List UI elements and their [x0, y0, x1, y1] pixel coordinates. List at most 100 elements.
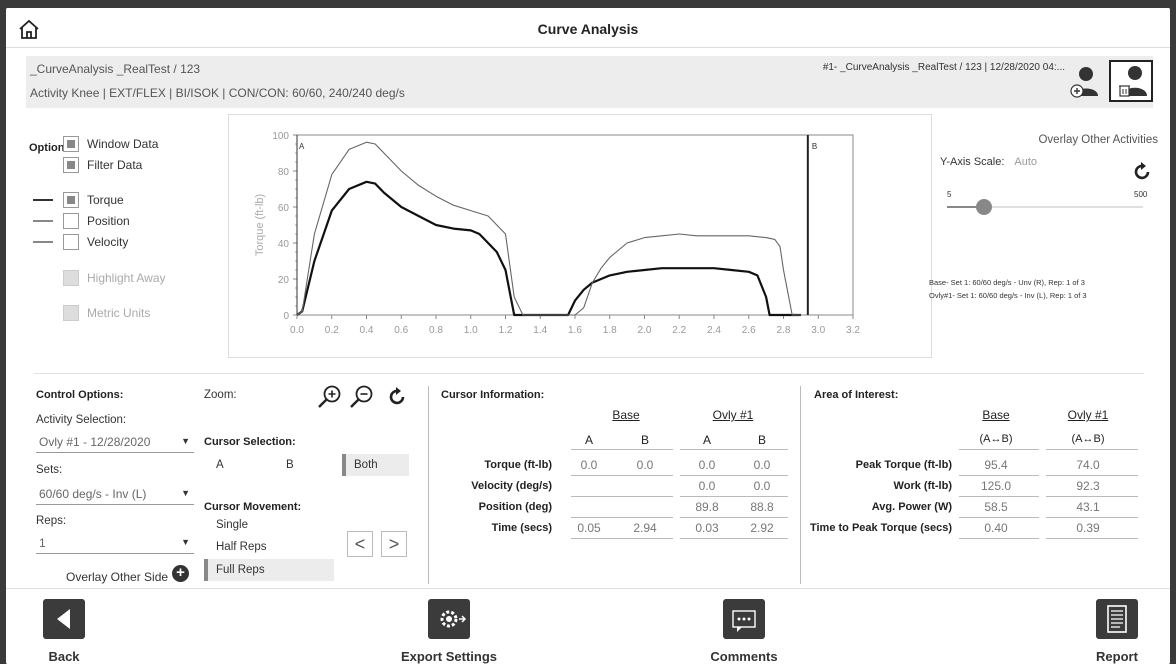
highlight-away-label: Highlight Away	[87, 271, 166, 285]
y-axis-label: Torque (ft-lb)	[254, 194, 266, 256]
row-underline	[571, 475, 673, 476]
reps-select[interactable]: 1 ▼	[36, 532, 194, 554]
position-checkbox[interactable]	[63, 213, 79, 229]
window-data-label: Window Data	[87, 137, 159, 151]
comments-icon	[723, 599, 765, 639]
zoom-out-icon[interactable]	[349, 384, 375, 410]
plot-area	[296, 134, 854, 316]
movement-full-reps-option[interactable]: Full Reps	[204, 559, 334, 581]
activity-selection-label: Activity Selection:	[36, 414, 127, 426]
window-data-checkbox[interactable]	[63, 136, 79, 152]
activity-select[interactable]: Ovly #1 - 12/28/2020 ▼	[36, 431, 194, 453]
cursor-b-option[interactable]: B	[286, 459, 294, 471]
cursor-row-label: Torque (ft-lb)	[484, 459, 552, 471]
cursor-both-option[interactable]: Both	[342, 454, 409, 476]
x-tick-label: 0.6	[394, 325, 408, 336]
cursor-prev-button[interactable]: <	[347, 531, 373, 557]
torque-option[interactable]: Torque	[33, 192, 124, 208]
export-settings-button[interactable]: Export Settings	[396, 599, 502, 664]
torque-chart[interactable]: 0 20 40 60 80 100 0.0 0.2 0.4 0.6 0.8 1.0 1.2 1.4 1.6 1…	[229, 115, 931, 357]
x-tick-label: 2.8	[777, 325, 791, 336]
aoi-ovly-header: Ovly #1	[1067, 408, 1109, 422]
position-option[interactable]: Position	[33, 213, 130, 229]
cursor-cell: 0.0	[753, 458, 771, 472]
aoi-row-label: Avg. Power (W)	[871, 501, 952, 513]
aoi-row-label: Work (ft-lb)	[893, 480, 952, 492]
x-tick-label: 1.6	[568, 325, 582, 336]
cursor-row-label: Time (secs)	[491, 522, 552, 534]
highlight-away-option[interactable]: Highlight Away	[63, 270, 166, 286]
header-underline	[571, 449, 673, 450]
window-data-option[interactable]: Window Data	[63, 136, 158, 152]
report-label: Report	[1096, 649, 1138, 664]
aoi-cell: 74.0	[1076, 458, 1100, 472]
sets-label: Sets:	[36, 464, 63, 476]
row-underline	[571, 517, 673, 518]
velocity-option[interactable]: Velocity	[33, 234, 128, 250]
x-tick-label: 2.6	[742, 325, 756, 336]
remove-overlay-button[interactable]	[1109, 60, 1153, 102]
row-underline	[1046, 538, 1138, 539]
sets-select[interactable]: 60/60 deg/s - Inv (L) ▼	[36, 483, 194, 505]
aoi-row-label: Time to Peak Torque (secs)	[809, 522, 952, 534]
cursor-b-label: B	[812, 142, 817, 151]
x-tick-label: 2.2	[672, 325, 686, 336]
y-tick-label: 0	[283, 311, 289, 322]
slider-max-label: 500	[1134, 190, 1148, 199]
header-underline	[959, 449, 1039, 450]
overlay-other-activities-label: Overlay Other Activities	[1038, 134, 1158, 146]
metric-units-option[interactable]: Metric Units	[63, 305, 150, 321]
aoi-cell: 125.0	[980, 479, 1012, 493]
row-underline	[1046, 496, 1138, 497]
add-overlay-user-icon[interactable]	[1068, 64, 1100, 100]
y-scale-slider[interactable]	[947, 199, 1143, 215]
cursor-cell: 0.0	[636, 458, 654, 472]
row-underline	[571, 496, 673, 497]
comments-button[interactable]: Comments	[704, 599, 784, 664]
velocity-label: Velocity	[87, 235, 129, 249]
overlay-other-side-plus-icon[interactable]: +	[172, 565, 189, 582]
aoi-cell: 43.1	[1076, 500, 1100, 514]
torque-checkbox[interactable]	[63, 192, 79, 208]
title-bar: Curve Analysis	[6, 8, 1170, 48]
reset-scale-icon[interactable]	[1132, 162, 1152, 182]
cursor-base-a-header: A	[584, 433, 593, 447]
vertical-divider	[800, 386, 801, 584]
x-tick-label: 1.2	[499, 325, 513, 336]
header-underline	[1046, 449, 1138, 450]
report-button[interactable]: Report	[1084, 599, 1150, 664]
cursor-next-button[interactable]: >	[381, 531, 407, 557]
filter-data-checkbox[interactable]	[63, 157, 79, 173]
sets-select-value: 60/60 deg/s - Inv (L)	[39, 487, 147, 501]
cursor-ovly-header: Ovly #1	[712, 408, 754, 422]
x-tick-label: 0.4	[360, 325, 374, 336]
report-icon	[1096, 599, 1138, 639]
aoi-base-header: Base	[982, 408, 1010, 422]
filter-data-option[interactable]: Filter Data	[63, 157, 142, 173]
zoom-reset-icon[interactable]	[387, 387, 407, 407]
area-of-interest-title: Area of Interest:	[814, 389, 899, 401]
legend-ovly: Ovly#1- Set 1: 60/60 deg/s - Inv (L), Re…	[929, 291, 1087, 300]
back-button[interactable]: Back	[36, 599, 92, 664]
aoi-cell: 58.5	[984, 500, 1008, 514]
row-underline	[571, 538, 673, 539]
highlight-away-checkbox[interactable]	[63, 270, 79, 286]
movement-single-option[interactable]: Single	[216, 519, 248, 531]
velocity-checkbox[interactable]	[63, 234, 79, 250]
row-underline	[959, 538, 1039, 539]
cursor-cell: 2.94	[633, 521, 657, 535]
movement-half-reps-option[interactable]: Half Reps	[216, 541, 267, 553]
row-underline	[959, 496, 1039, 497]
chevron-down-icon: ▼	[181, 537, 190, 547]
aoi-row-label: Peak Torque (ft-lb)	[855, 459, 952, 471]
page-title: Curve Analysis	[537, 21, 639, 37]
zoom-in-icon[interactable]	[317, 384, 343, 410]
metric-units-checkbox[interactable]	[63, 305, 79, 321]
slider-thumb[interactable]	[976, 199, 993, 215]
x-tick-label: 3.2	[846, 325, 860, 336]
row-underline	[680, 475, 788, 476]
cursor-cell: 0.0	[698, 458, 716, 472]
cursor-a-option[interactable]: A	[216, 459, 224, 471]
aoi-ovly-subheader: (A↔B)	[1071, 433, 1105, 445]
cursor-row-label: Position (deg)	[478, 501, 552, 513]
